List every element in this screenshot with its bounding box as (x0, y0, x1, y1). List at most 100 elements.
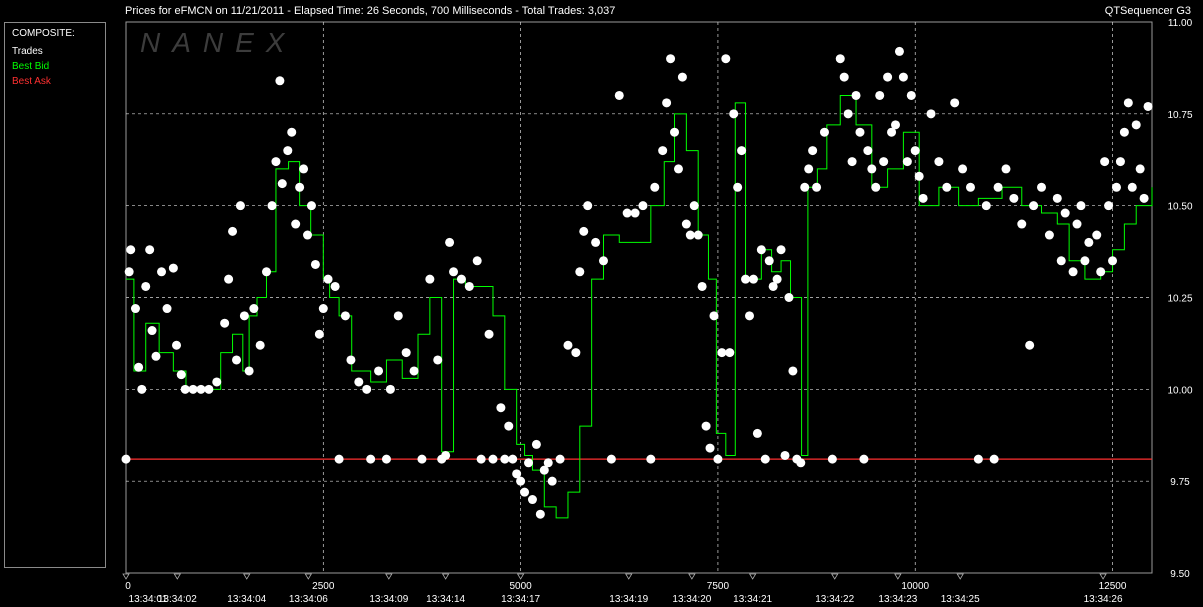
trade-point (709, 311, 719, 321)
trade-point (476, 454, 486, 464)
trade-point (721, 54, 731, 64)
trade-point (196, 384, 206, 394)
trade-point (902, 157, 912, 167)
trade-point (772, 274, 782, 284)
trade-point (784, 293, 794, 302)
time-label: 13:34:22 (815, 594, 854, 605)
trade-point (168, 263, 178, 273)
trade-point (362, 384, 372, 394)
trade-point (496, 403, 506, 413)
trade-point (934, 157, 944, 167)
trade-point (646, 454, 656, 464)
trade-point (638, 201, 648, 211)
trade-point (441, 450, 451, 460)
trade-point (500, 454, 510, 464)
x-tick-label: 12500 (1099, 581, 1127, 592)
trade-point (673, 164, 683, 174)
trade-point (993, 182, 1003, 192)
trade-point (141, 281, 151, 291)
trade-point (950, 98, 960, 108)
x-tick-label: 7500 (707, 581, 730, 592)
trade-point (157, 267, 167, 277)
time-marker (516, 573, 525, 580)
trade-point (701, 421, 711, 431)
trade-point (894, 46, 904, 56)
trade-point (385, 384, 395, 394)
trade-point (760, 454, 770, 464)
trade-point (733, 182, 743, 192)
time-label: 13:34:20 (672, 594, 711, 605)
trade-point (239, 311, 249, 321)
trade-point (524, 458, 534, 468)
trade-point (1052, 193, 1062, 203)
trade-point (318, 304, 328, 314)
trade-point (1009, 193, 1019, 203)
trade-point (244, 366, 254, 376)
trade-point (445, 237, 455, 247)
trade-point (401, 348, 411, 358)
time-label: 13:34:25 (941, 594, 980, 605)
y-tick-label: 10.25 (1167, 294, 1192, 305)
trade-point (752, 428, 762, 438)
trade-point (1068, 267, 1078, 277)
trade-point (126, 245, 136, 255)
trade-point (295, 182, 305, 192)
trade-point (1127, 182, 1137, 192)
trade-point (472, 256, 482, 266)
y-tick-label: 11.00 (1168, 18, 1193, 29)
trade-point (306, 201, 316, 211)
trade-point (847, 157, 857, 167)
time-label: 13:34:09 (369, 594, 408, 605)
trade-point (914, 171, 924, 181)
trade-point (1029, 201, 1039, 211)
trade-point (1135, 164, 1145, 174)
time-label: 13:34:02 (158, 594, 197, 605)
trade-point (520, 487, 530, 497)
trade-point (130, 304, 140, 314)
trade-point (393, 311, 403, 321)
trade-point (381, 454, 391, 464)
trade-point (555, 454, 565, 464)
trade-point (291, 219, 301, 229)
trade-point (839, 72, 849, 82)
trade-point (271, 157, 281, 167)
trade-point (973, 454, 983, 464)
time-label: 13:34:21 (733, 594, 772, 605)
trade-point (231, 355, 241, 365)
trade-point (662, 98, 672, 108)
trade-point (1056, 256, 1066, 266)
trade-point (508, 454, 518, 464)
trade-point (891, 120, 900, 130)
trade-point (756, 245, 766, 255)
trade-point (1092, 230, 1102, 240)
trade-point (1044, 230, 1054, 240)
trade-point (1084, 237, 1094, 247)
trade-point (535, 509, 545, 519)
trade-point (145, 245, 155, 255)
time-marker (1099, 573, 1107, 580)
trade-point (330, 281, 340, 291)
trade-point (188, 384, 198, 394)
trade-point (875, 90, 885, 100)
trade-point (776, 245, 786, 255)
trade-point (204, 384, 214, 394)
trade-point (228, 226, 238, 236)
trade-point (366, 454, 376, 464)
trade-point (583, 201, 593, 211)
trade-point (277, 179, 287, 189)
best-bid-line (126, 94, 1153, 519)
trade-point (137, 384, 147, 394)
trade-point (531, 439, 541, 449)
trade-point (713, 454, 723, 464)
trade-point (267, 201, 277, 211)
trade-point (666, 54, 676, 64)
trade-point (1143, 101, 1153, 111)
trade-point (417, 454, 427, 464)
trade-point (275, 76, 285, 86)
trade-point (310, 259, 320, 269)
time-label: 13:34:14 (426, 594, 465, 605)
trade-point (323, 274, 333, 284)
x-tick-label: 5000 (509, 581, 532, 592)
trade-point (340, 311, 350, 321)
trade-point (354, 377, 364, 387)
